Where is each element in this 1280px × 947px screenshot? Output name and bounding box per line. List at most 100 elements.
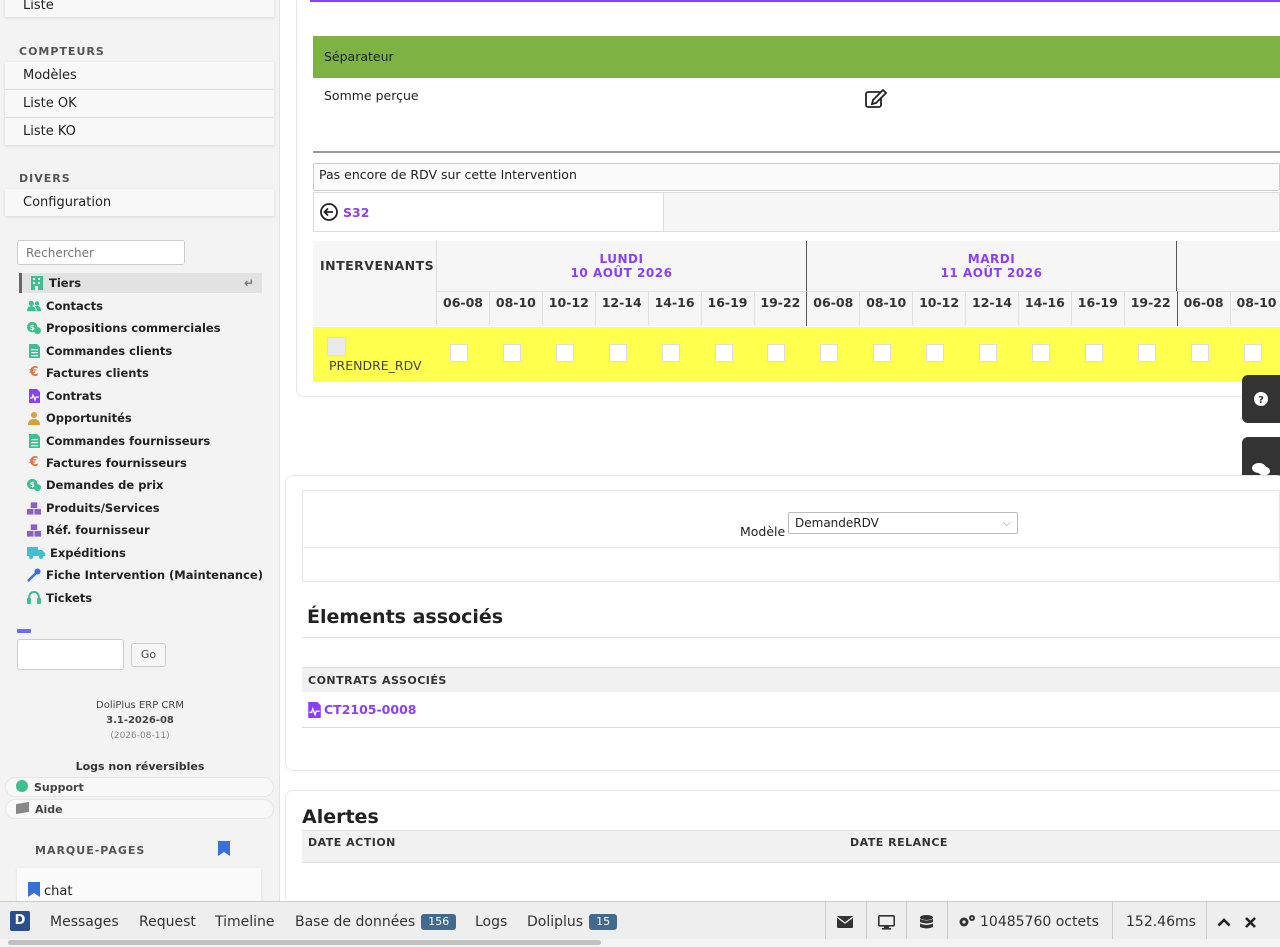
logs-label: Logs non réversibles	[75, 760, 205, 773]
money-bubble-icon: $	[27, 478, 41, 492]
bookmark-icon	[28, 882, 40, 901]
slot-checkbox[interactable]	[1084, 344, 1103, 362]
tab-doliplus[interactable]: Doliplus 15	[527, 912, 618, 932]
slot-checkbox[interactable]	[1243, 344, 1262, 362]
section-title-compteurs: COMPTEURS	[19, 45, 105, 58]
chevron-down-icon: ⌵	[1002, 516, 1011, 529]
scrollbar-thumb[interactable]	[8, 940, 601, 945]
contrat-link[interactable]: CT2105-0008	[324, 702, 416, 717]
menu-item-contacts[interactable]: Contacts	[27, 296, 103, 316]
modele-select[interactable]: DemandeRDV ⌵	[788, 512, 1018, 534]
menu-item-opportunites[interactable]: Opportunités	[27, 408, 132, 428]
tab-database[interactable]: Base de données 156	[295, 912, 457, 932]
intervenants-header: INTERVENANTS	[313, 241, 437, 291]
time-slot-header: 14-16	[1018, 291, 1072, 326]
time-slot-header: 14-16	[648, 291, 702, 326]
menu-item-contrats[interactable]: Contrats	[27, 386, 102, 406]
edit-icon[interactable]	[865, 88, 889, 110]
chevron-up-icon[interactable]	[1214, 912, 1234, 932]
cubes-icon	[27, 523, 41, 537]
slot-checkbox[interactable]	[873, 344, 892, 362]
menu-item-tickets[interactable]: Tickets	[27, 588, 92, 608]
bookmark-item-chat[interactable]: chat	[28, 882, 72, 901]
tab-messages[interactable]: Messages	[50, 912, 119, 932]
menu-item-fiche-intervention[interactable]: Fiche Intervention (Maintenance)	[27, 565, 263, 585]
slot-checkbox[interactable]	[979, 344, 997, 362]
slot-checkbox[interactable]	[926, 344, 945, 362]
slot-checkbox[interactable]	[1137, 344, 1156, 362]
day-header-lundi: LUNDI 10 AOÛT 2026	[437, 241, 807, 291]
slot-checkbox[interactable]	[555, 344, 574, 362]
euro-icon: €	[29, 365, 39, 380]
desktop-icon[interactable]	[876, 912, 896, 932]
time-slot-header: 19-22	[754, 291, 808, 326]
go-button[interactable]: Go	[131, 643, 166, 667]
document-icon	[27, 344, 41, 358]
accent-line	[310, 0, 1280, 2]
tab-request[interactable]: Request	[139, 912, 196, 932]
aide-link[interactable]: Aide	[5, 799, 274, 819]
document-icon	[27, 434, 41, 448]
time-slot-header: 06-08	[1177, 291, 1231, 326]
support-link[interactable]: Support	[5, 777, 274, 797]
time-slot-header: 08-10	[489, 291, 543, 326]
book-icon	[16, 801, 29, 815]
menu-item-expeditions[interactable]: Expéditions	[27, 543, 126, 563]
close-icon[interactable]	[1240, 912, 1260, 932]
sidebar-item-liste-ok[interactable]: Liste OK	[5, 90, 274, 117]
slot-checkbox[interactable]	[502, 344, 521, 362]
return-icon: ↵	[243, 276, 254, 290]
day-header-mardi: MARDI 11 AOÛT 2026	[807, 241, 1177, 291]
modele-label: Modèle	[740, 524, 786, 539]
time-slot-header: 08-10	[1230, 291, 1280, 326]
previous-week-icon[interactable]	[320, 203, 338, 221]
debugbar-logo[interactable]: D	[10, 911, 30, 931]
time-slot-header: 19-22	[1124, 291, 1178, 326]
slot-checkbox[interactable]	[450, 344, 468, 362]
support-icon	[16, 780, 28, 792]
col-date-action: DATE ACTION	[308, 836, 396, 849]
slot-checkbox[interactable]	[714, 344, 733, 362]
tab-timeline[interactable]: Timeline	[215, 912, 275, 932]
help-button[interactable]: ?	[1242, 375, 1280, 423]
menu-item-tiers[interactable]: Tiers ↵	[19, 273, 262, 293]
menu-item-produits-services[interactable]: Produits/Services	[27, 498, 160, 518]
slot-checkbox[interactable]	[1190, 344, 1209, 362]
bookmarks-title: MARQUE-PAGES	[35, 844, 146, 857]
doliplus-count-badge: 15	[589, 914, 618, 930]
envelope-icon[interactable]	[835, 912, 855, 932]
menu-item-demandes-prix[interactable]: $ Demandes de prix	[27, 475, 163, 495]
menu-item-ref-fournisseur[interactable]: Réf. fournisseur	[27, 520, 150, 540]
contract-icon	[308, 701, 321, 718]
modele-section	[302, 490, 1280, 582]
sidebar-item-configuration[interactable]: Configuration	[5, 189, 274, 216]
menu-item-propositions[interactable]: $ Propositions commerciales	[27, 318, 221, 338]
svg-text:?: ?	[1258, 395, 1264, 406]
menu-item-commandes-fournisseurs[interactable]: Commandes fournisseurs	[27, 431, 210, 451]
sidebar-item-modeles[interactable]: Modèles	[5, 62, 274, 89]
menu-item-factures-clients[interactable]: € Factures clients	[27, 363, 148, 383]
separator-row: Séparateur	[313, 36, 1280, 78]
bookmark-add-icon[interactable]	[218, 841, 230, 856]
slot-checkbox[interactable]	[661, 344, 680, 362]
money-bubble-icon: $	[27, 321, 41, 335]
slot-checkbox[interactable]	[767, 344, 786, 362]
database-icon[interactable]	[916, 912, 936, 932]
prendre-rdv-checkbox[interactable]	[327, 337, 346, 356]
app-version-date: (2026-08-11)	[110, 731, 170, 741]
app-version: 3.1-2026-08	[106, 715, 174, 726]
contract-icon	[27, 389, 41, 403]
quick-search-input[interactable]	[17, 639, 124, 670]
menu-search-input[interactable]	[17, 240, 185, 265]
sidebar-item-liste-ko[interactable]: Liste KO	[5, 118, 274, 145]
menu-item-commandes-clients[interactable]: Commandes clients	[27, 341, 172, 361]
slot-checkbox[interactable]	[820, 344, 839, 362]
week-label[interactable]: S32	[343, 205, 369, 220]
slot-checkbox[interactable]	[1031, 344, 1050, 362]
app-name: DoliPlus ERP CRM	[96, 700, 184, 711]
menu-item-factures-fournisseurs[interactable]: € Factures fournisseurs	[27, 453, 186, 473]
sidebar-item-liste[interactable]: Liste	[5, 0, 274, 17]
slot-checkbox[interactable]	[608, 344, 627, 362]
time-slot-header: 06-08	[807, 291, 861, 326]
tab-logs[interactable]: Logs	[475, 912, 507, 932]
